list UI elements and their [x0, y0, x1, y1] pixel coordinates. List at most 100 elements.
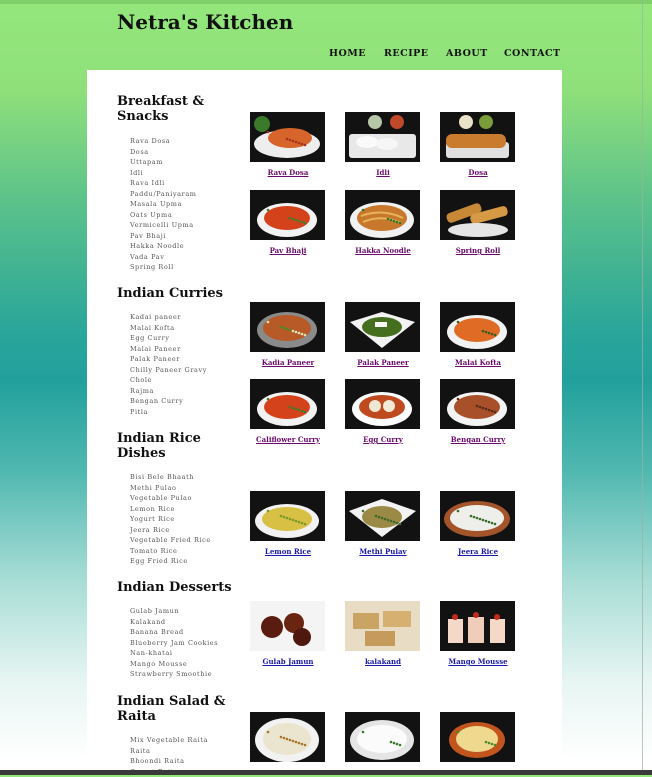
recipe-thumbnail[interactable]: [250, 491, 325, 541]
recipe-thumbnail[interactable]: [345, 190, 420, 240]
recipe-link[interactable]: Oats Upma: [130, 210, 197, 221]
jamun-image: [250, 601, 325, 651]
recipe-caption-link[interactable]: Gulab Jamun: [238, 657, 338, 666]
window-edge: [642, 0, 643, 775]
recipe-caption-link[interactable]: Methi Pulav: [333, 547, 433, 556]
recipe-thumbnail[interactable]: [440, 379, 515, 429]
recipe-thumbnail[interactable]: [345, 302, 420, 352]
recipe-link[interactable]: Mango Mousse: [130, 659, 218, 670]
recipe-link[interactable]: Chole: [130, 375, 207, 386]
top-strip: [0, 0, 652, 4]
section-heading-rice: Indian Rice Dishes: [117, 431, 237, 461]
recipe-link[interactable]: Malai Kofta: [130, 323, 207, 334]
recipe-link[interactable]: Blueberry Jam Cookies: [130, 638, 218, 649]
recipe-thumbnail[interactable]: [345, 601, 420, 651]
recipe-link[interactable]: Bengan Curry: [130, 396, 207, 407]
palak-image: [345, 302, 420, 352]
recipe-caption-link[interactable]: Idli: [333, 168, 433, 177]
recipe-link[interactable]: Kadai paneer: [130, 312, 207, 323]
raita-rice-image: [250, 712, 325, 762]
recipe-list-rice: Bisi Bele BhaathMethi PulaoVegetable Pul…: [130, 472, 211, 567]
recipe-link[interactable]: Egg Curry: [130, 333, 207, 344]
recipe-caption-link[interactable]: Hakka Noodle: [333, 246, 433, 255]
recipe-link[interactable]: Vegetable Fried Rice: [130, 535, 211, 546]
recipe-link[interactable]: Mix Vegetable Raita: [130, 735, 208, 746]
recipe-thumbnail[interactable]: [440, 302, 515, 352]
recipe-link[interactable]: Uttapam: [130, 157, 197, 168]
recipe-link[interactable]: Malai Paneer: [130, 344, 207, 355]
mousse-image: [440, 601, 515, 651]
idli-image: [345, 112, 420, 162]
recipe-link[interactable]: Dosa: [130, 147, 197, 158]
recipe-link[interactable]: Vermicelli Upma: [130, 220, 197, 231]
green-rice-image: [345, 491, 420, 541]
recipe-thumbnail[interactable]: [250, 379, 325, 429]
recipe-thumbnail[interactable]: [250, 112, 325, 162]
red-gravy-image: [250, 190, 325, 240]
recipe-caption-link[interactable]: Bengan Curry: [428, 435, 528, 444]
recipe-thumbnail[interactable]: [345, 712, 420, 762]
recipe-thumbnail[interactable]: [440, 491, 515, 541]
recipe-link[interactable]: Vegetable Pulao: [130, 493, 211, 504]
recipe-link[interactable]: Methi Pulao: [130, 483, 211, 494]
recipe-thumbnail[interactable]: [345, 491, 420, 541]
recipe-caption-link[interactable]: Pav Bhaji: [238, 246, 338, 255]
recipe-link[interactable]: Pitla: [130, 407, 207, 418]
recipe-thumbnail[interactable]: [440, 190, 515, 240]
recipe-link[interactable]: Vada Pav: [130, 252, 197, 263]
recipe-link[interactable]: Chilly Paneer Gravy: [130, 365, 207, 376]
recipe-caption-link[interactable]: Jeera Rice: [428, 547, 528, 556]
recipe-link[interactable]: Rajma: [130, 386, 207, 397]
recipe-link[interactable]: Rava Idli: [130, 178, 197, 189]
recipe-link[interactable]: Masala Upma: [130, 199, 197, 210]
recipe-link[interactable]: Lemon Rice: [130, 504, 211, 515]
recipe-list-desserts: Gulab JamunKalakandBanana BreadBlueberry…: [130, 606, 218, 680]
recipe-link[interactable]: Pav Bhaji: [130, 231, 197, 242]
recipe-thumbnail[interactable]: [440, 712, 515, 762]
recipe-caption-link[interactable]: Egg Curry: [333, 435, 433, 444]
recipe-caption-link[interactable]: Califlower Curry: [238, 435, 338, 444]
site-title[interactable]: Netra's Kitchen: [117, 10, 293, 34]
recipe-link[interactable]: Hakka Noodle: [130, 241, 197, 252]
recipe-caption-link[interactable]: Lemon Rice: [238, 547, 338, 556]
recipe-link[interactable]: Yogurt Rice: [130, 514, 211, 525]
recipe-thumbnail[interactable]: [440, 112, 515, 162]
recipe-caption-link[interactable]: Palak Paneer: [333, 358, 433, 367]
recipe-link[interactable]: Jeera Rice: [130, 525, 211, 536]
recipe-thumbnail[interactable]: [345, 379, 420, 429]
recipe-thumbnail[interactable]: [345, 112, 420, 162]
recipe-caption-link[interactable]: Malai Kofta: [428, 358, 528, 367]
recipe-caption-link[interactable]: Mango Mousse: [428, 657, 528, 666]
nav-home[interactable]: HOME: [329, 48, 366, 59]
nav-about[interactable]: ABOUT: [446, 48, 488, 59]
nav-recipe[interactable]: RECIPE: [384, 48, 429, 59]
recipe-caption-link[interactable]: kalakand: [333, 657, 433, 666]
recipe-link[interactable]: Strawberry Smoothie: [130, 669, 218, 680]
recipe-link[interactable]: Banana Bread: [130, 627, 218, 638]
recipe-link[interactable]: Bhoondi Raita: [130, 756, 208, 767]
recipe-caption-link[interactable]: Spring Roll: [428, 246, 528, 255]
recipe-caption-link[interactable]: Kadia Paneer: [238, 358, 338, 367]
recipe-link[interactable]: Nan-khatai: [130, 648, 218, 659]
recipe-thumbnail[interactable]: [250, 601, 325, 651]
recipe-link[interactable]: Paddu/Paniyaram: [130, 189, 197, 200]
recipe-caption-link[interactable]: Dosa: [428, 168, 528, 177]
recipe-link[interactable]: Idli: [130, 168, 197, 179]
recipe-link[interactable]: Gulab Jamun: [130, 606, 218, 617]
raita-white-image: [345, 712, 420, 762]
recipe-link[interactable]: Kalakand: [130, 617, 218, 628]
recipe-link[interactable]: Bisi Bele Bhaath: [130, 472, 211, 483]
recipe-link[interactable]: Spring Roll: [130, 262, 197, 273]
main-nav: HOME RECIPE ABOUT CONTACT: [0, 48, 652, 62]
recipe-link[interactable]: Palak Paneer: [130, 354, 207, 365]
recipe-thumbnail[interactable]: [250, 302, 325, 352]
recipe-thumbnail[interactable]: [440, 601, 515, 651]
nav-contact[interactable]: CONTACT: [504, 48, 561, 59]
recipe-link[interactable]: Rava Dosa: [130, 136, 197, 147]
recipe-link[interactable]: Egg Fried Rice: [130, 556, 211, 567]
recipe-link[interactable]: Raita: [130, 746, 208, 757]
recipe-thumbnail[interactable]: [250, 712, 325, 762]
recipe-caption-link[interactable]: Rava Dosa: [238, 168, 338, 177]
recipe-thumbnail[interactable]: [250, 190, 325, 240]
recipe-link[interactable]: Tomato Rice: [130, 546, 211, 557]
